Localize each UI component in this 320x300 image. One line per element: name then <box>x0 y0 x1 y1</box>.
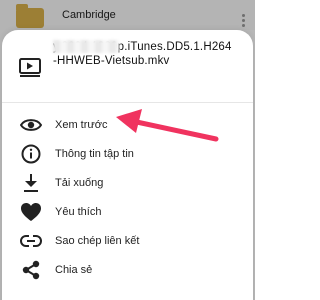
menu-item-copy-link[interactable]: Sao chép liên kết <box>2 226 253 255</box>
video-file-icon <box>19 58 41 77</box>
menu-item-download[interactable]: Tải xuống <box>2 168 253 197</box>
menu-item-label: Thông tin tập tin <box>55 147 134 160</box>
menu-item-label: Tải xuống <box>55 176 104 189</box>
menu-item-label: Yêu thích <box>55 205 102 218</box>
file-actions-sheet: y.2024.1080p.iTunes.DD5.1.H264-HHWEB-Vie… <box>2 30 253 300</box>
screen: Cambridge y.2024.1080p.iTunes.DD5.1.H264… <box>0 0 255 300</box>
heart-icon <box>20 201 42 223</box>
menu-item-preview[interactable]: Xem trước <box>2 110 253 139</box>
menu-item-favorite[interactable]: Yêu thích <box>2 197 253 226</box>
eye-icon <box>20 114 42 136</box>
action-menu: Xem trước Thông tin tập tin Tải xuống Yê… <box>2 110 253 284</box>
redacted-text <box>53 40 119 53</box>
info-icon <box>20 143 42 165</box>
menu-item-label: Chia sẻ <box>55 263 93 276</box>
menu-item-share[interactable]: Chia sẻ <box>2 255 253 284</box>
link-icon <box>20 230 42 252</box>
divider <box>2 102 253 103</box>
menu-item-label: Sao chép liên kết <box>55 234 140 247</box>
download-icon <box>20 172 42 194</box>
share-icon <box>20 259 42 281</box>
sheet-header: y.2024.1080p.iTunes.DD5.1.H264-HHWEB-Vie… <box>2 30 253 98</box>
menu-item-file-info[interactable]: Thông tin tập tin <box>2 139 253 168</box>
menu-item-label: Xem trước <box>55 118 108 131</box>
